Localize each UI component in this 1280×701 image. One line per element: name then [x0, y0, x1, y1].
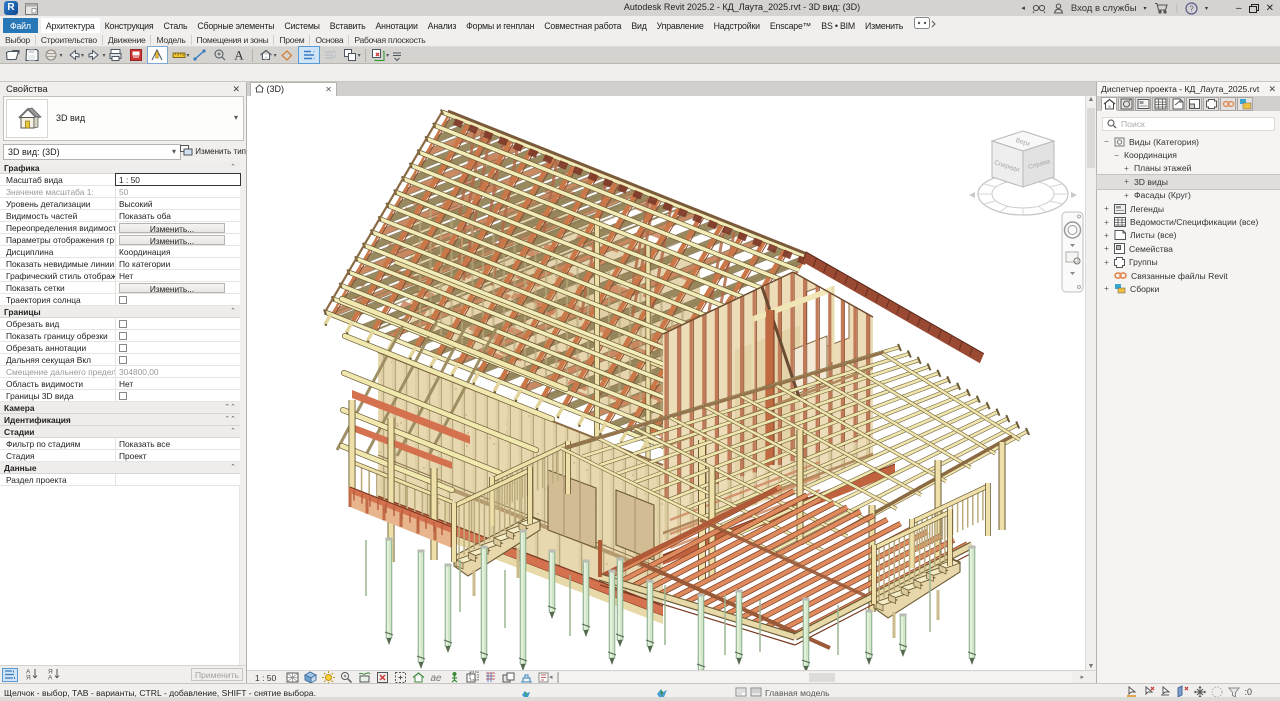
svg-text:Я: Я: [26, 675, 31, 681]
svg-text:А: А: [48, 675, 53, 681]
svg-text:?: ?: [1189, 4, 1194, 13]
svg-text:A: A: [235, 48, 245, 63]
